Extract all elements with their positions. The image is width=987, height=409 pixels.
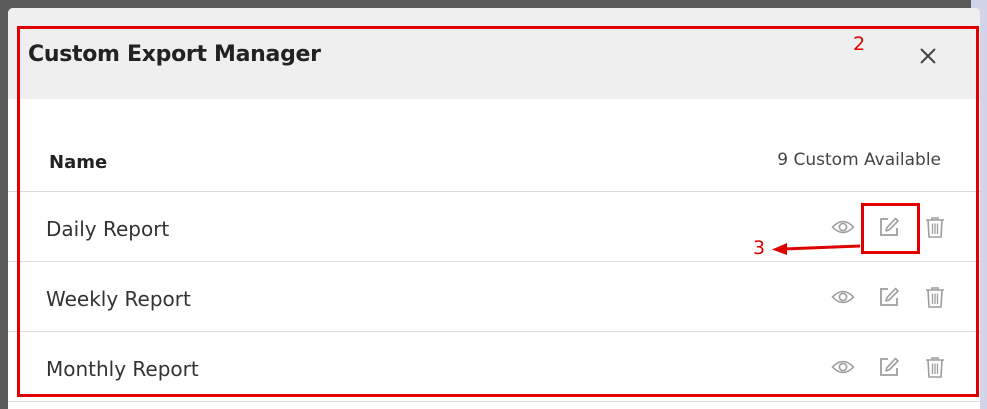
annotation-label-2: 2 [853,33,866,55]
close-icon [920,48,936,64]
edit-icon [880,217,899,236]
custom-count: 9 Custom Available [777,150,941,170]
annotation-label-3: 3 [753,237,766,259]
row-actions [828,282,950,312]
edit-icon [880,287,899,306]
edit-button[interactable] [874,352,904,382]
table-row: Monthly Report [8,332,980,402]
row-label: Monthly Report [46,357,199,381]
delete-button[interactable] [920,282,950,312]
annotation-arrow [772,243,861,255]
column-name-header: Name [49,152,108,173]
delete-button[interactable] [920,212,950,242]
close-button[interactable] [913,41,943,71]
dialog-title: Custom Export Manager [28,42,321,67]
table-row: Weekly Report [8,262,980,332]
edit-icon [880,357,899,376]
view-button[interactable] [828,352,858,382]
table-header: Name 9 Custom Available [8,99,980,192]
delete-button[interactable] [920,352,950,382]
export-manager-dialog: Custom Export Manager Name 9 Custom Avai… [8,8,980,409]
edit-button[interactable] [874,282,904,312]
eye-icon [831,290,855,304]
trash-icon [926,217,944,238]
trash-icon [926,357,944,378]
edit-button[interactable] [874,212,904,242]
row-actions [828,352,950,382]
row-label: Daily Report [46,217,170,241]
eye-icon [831,220,855,234]
dialog-header: Custom Export Manager [8,8,980,99]
row-label: Weekly Report [46,287,191,311]
view-button[interactable] [828,282,858,312]
trash-icon [926,287,944,308]
eye-icon [831,360,855,374]
